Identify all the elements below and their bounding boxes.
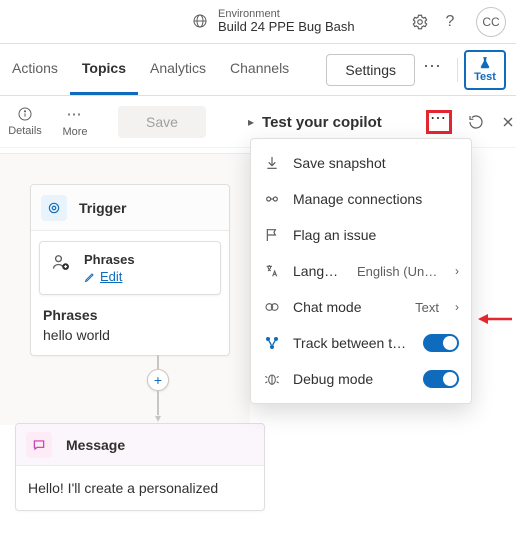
chevron-right-icon: › xyxy=(455,264,459,278)
message-title: Message xyxy=(66,437,125,453)
menu-item-label: Chat mode xyxy=(293,299,403,315)
trigger-icon xyxy=(41,195,67,221)
phrases-card[interactable]: Phrases Edit xyxy=(39,241,221,295)
menu-item-label: Flag an issue xyxy=(293,227,459,243)
trigger-node[interactable]: Trigger Phrases xyxy=(30,184,230,356)
authoring-canvas[interactable]: Trigger Phrases xyxy=(0,153,250,511)
command-bar: Actions Topics Analytics Channels Settin… xyxy=(0,44,516,96)
menu-item-label: Language xyxy=(293,263,345,279)
phrases-card-title: Phrases xyxy=(84,252,135,267)
avatar[interactable]: CC xyxy=(476,7,506,37)
details-button[interactable]: Details xyxy=(0,106,50,137)
tab-analytics[interactable]: Analytics xyxy=(138,44,218,95)
ellipsis-icon: ⋯ xyxy=(430,108,448,128)
menu-track-between-topics[interactable]: Track between topics xyxy=(251,325,471,361)
flag-icon xyxy=(263,226,281,244)
chevron-right-icon: › xyxy=(455,300,459,314)
collapse-caret-icon[interactable]: ▸ xyxy=(248,115,254,129)
menu-flag-issue[interactable]: Flag an issue xyxy=(251,217,471,253)
divider xyxy=(457,58,458,82)
save-button[interactable]: Save xyxy=(118,106,206,138)
test-button-label: Test xyxy=(474,72,496,83)
test-panel-overflow-button[interactable]: ⋯ xyxy=(426,110,452,134)
menu-item-label: Track between topics xyxy=(293,335,411,351)
debug-toggle[interactable] xyxy=(423,370,459,388)
menu-manage-connections[interactable]: Manage connections xyxy=(251,181,471,217)
close-icon[interactable] xyxy=(500,114,516,130)
environment-name: Build 24 PPE Bug Bash xyxy=(218,20,355,35)
tab-channels[interactable]: Channels xyxy=(218,44,301,95)
annotation-arrow-icon xyxy=(478,311,514,327)
menu-item-label: Save snapshot xyxy=(293,155,459,171)
chat-mode-icon xyxy=(263,298,281,316)
edit-label: Edit xyxy=(100,269,122,284)
settings-button[interactable]: Settings xyxy=(326,54,415,86)
message-icon xyxy=(26,432,52,458)
beaker-icon xyxy=(478,56,492,70)
user-chat-icon xyxy=(50,252,72,272)
message-node[interactable]: Message Hello! I'll create a personalize… xyxy=(15,423,265,511)
menu-item-value: Text xyxy=(415,300,439,315)
info-icon xyxy=(17,106,33,122)
command-bar-overflow[interactable]: ⋯ xyxy=(423,56,443,77)
phrases-value: hello world xyxy=(43,327,217,343)
track-icon xyxy=(263,334,281,352)
menu-item-label: Manage connections xyxy=(293,191,459,207)
track-toggle[interactable] xyxy=(423,334,459,352)
test-panel-menu: Save snapshot Manage connections Flag an… xyxy=(250,138,472,404)
environment-picker[interactable]: Environment Build 24 PPE Bug Bash xyxy=(190,8,355,36)
message-body[interactable]: Hello! I'll create a personalized xyxy=(16,466,264,510)
help-icon[interactable]: ? xyxy=(440,12,460,32)
menu-item-label: Debug mode xyxy=(293,371,411,387)
environment-icon xyxy=(190,11,210,31)
tab-topics[interactable]: Topics xyxy=(70,44,138,95)
reload-icon[interactable] xyxy=(468,114,484,130)
tab-actions[interactable]: Actions xyxy=(0,44,70,95)
chevron-down-icon: ▾ xyxy=(155,411,161,425)
connections-icon xyxy=(263,190,281,208)
nav-tabs: Actions Topics Analytics Channels xyxy=(0,44,301,95)
menu-language[interactable]: Language English (United States) › xyxy=(251,253,471,289)
menu-item-value: English (United States) xyxy=(357,264,439,279)
more-label: More xyxy=(62,126,87,138)
phrases-summary: Phrases hello world xyxy=(31,305,229,355)
test-button[interactable]: Test xyxy=(464,50,506,90)
more-button[interactable]: ⋯ More xyxy=(50,105,100,138)
bug-icon xyxy=(263,370,281,388)
download-icon xyxy=(263,154,281,172)
phrases-label: Phrases xyxy=(43,307,217,323)
trigger-title: Trigger xyxy=(79,200,126,216)
test-panel-title: Test your copilot xyxy=(262,114,418,131)
pencil-icon xyxy=(84,271,96,283)
add-node-button[interactable]: + xyxy=(147,369,169,391)
ellipsis-icon: ⋯ xyxy=(67,105,84,123)
menu-debug-mode[interactable]: Debug mode xyxy=(251,361,471,397)
language-icon xyxy=(263,262,281,280)
gear-icon[interactable] xyxy=(410,12,430,32)
menu-save-snapshot[interactable]: Save snapshot xyxy=(251,145,471,181)
menu-chat-mode[interactable]: Chat mode Text › xyxy=(251,289,471,325)
details-label: Details xyxy=(8,125,42,137)
phrases-edit-link[interactable]: Edit xyxy=(84,269,135,284)
header-bar: Environment Build 24 PPE Bug Bash ? CC xyxy=(0,0,516,44)
